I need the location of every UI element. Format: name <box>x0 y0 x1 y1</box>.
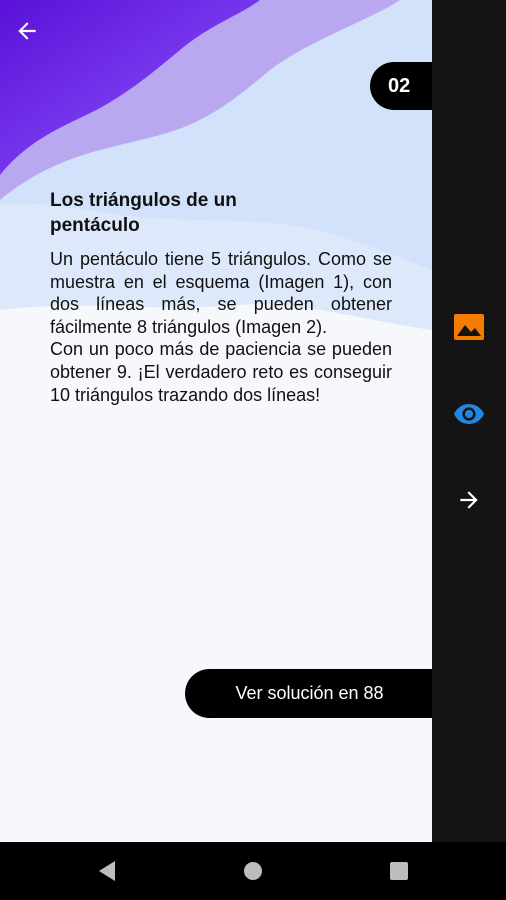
description-paragraph-2: Con un poco más de paciencia se pueden o… <box>50 339 392 405</box>
main-panel: Los triángulos de un pentáculo Un pentác… <box>0 0 432 842</box>
back-arrow-button[interactable] <box>12 16 42 46</box>
circle-home-icon <box>244 862 262 880</box>
puzzle-content: Los triángulos de un pentáculo Un pentác… <box>50 188 392 406</box>
image-icon <box>454 314 484 340</box>
title-line-2: pentáculo <box>50 215 140 236</box>
view-solution-button[interactable]: Ver solución en 88 <box>185 669 432 718</box>
eye-icon <box>454 404 484 424</box>
description-paragraph-1: Un pentáculo tiene 5 triángulos. Como se… <box>50 249 392 337</box>
next-puzzle-button[interactable] <box>453 484 485 516</box>
show-hint-button[interactable] <box>453 398 485 430</box>
nav-home-button[interactable] <box>238 856 268 886</box>
arrow-left-icon <box>18 22 36 40</box>
triangle-back-icon <box>99 861 115 881</box>
puzzle-description: Un pentáculo tiene 5 triángulos. Como se… <box>50 248 392 406</box>
system-navigation-bar <box>0 842 506 900</box>
arrow-right-icon <box>460 491 478 509</box>
square-recents-icon <box>390 862 408 880</box>
puzzle-title: Los triángulos de un pentáculo <box>50 188 392 238</box>
show-image-button[interactable] <box>453 311 485 343</box>
nav-back-button[interactable] <box>92 856 122 886</box>
page-number-badge: 02 <box>370 62 440 110</box>
side-panel <box>432 0 506 842</box>
nav-recents-button[interactable] <box>384 856 414 886</box>
title-line-1: Los triángulos de un <box>50 190 237 211</box>
